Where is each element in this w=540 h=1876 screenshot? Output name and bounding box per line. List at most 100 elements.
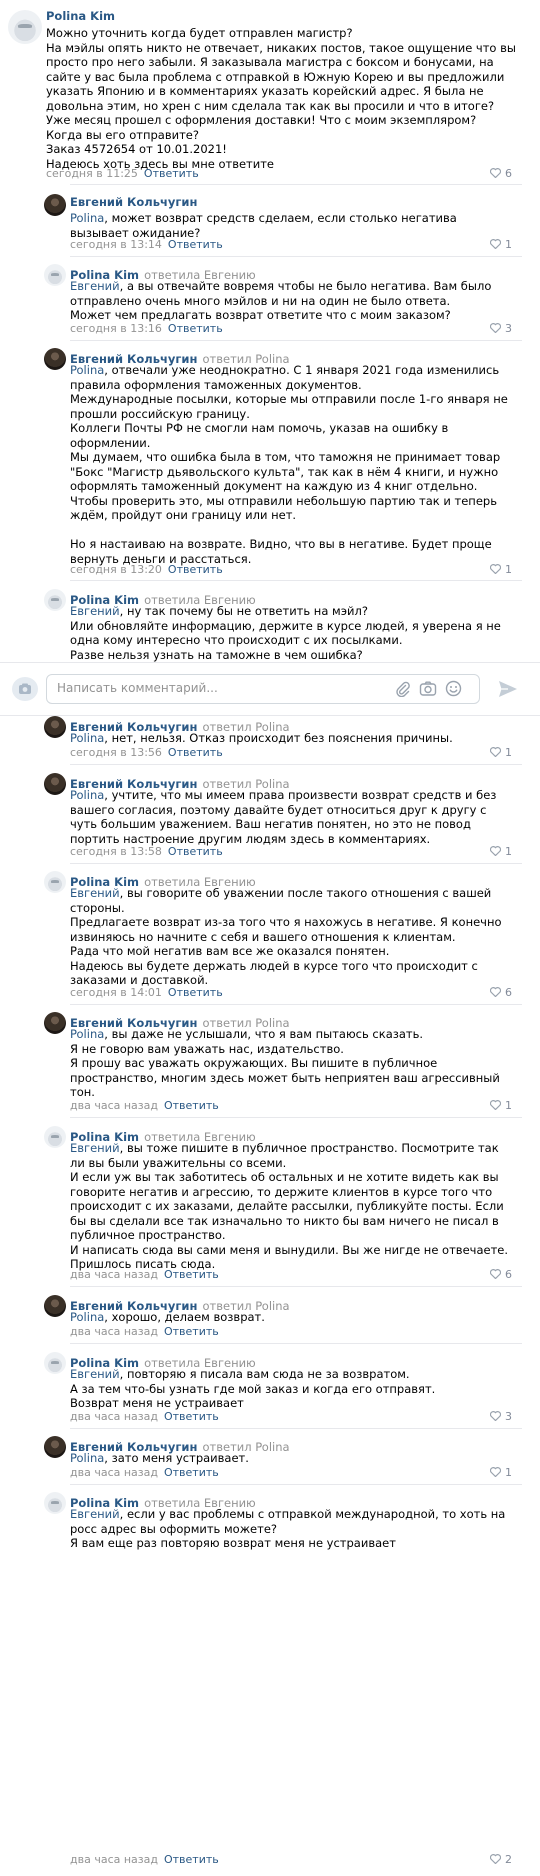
mention-link[interactable]: Евгений <box>70 279 120 293</box>
reply-button[interactable]: Ответить <box>168 746 223 759</box>
photo-icon[interactable] <box>419 681 437 697</box>
mention-link[interactable]: Polina <box>70 211 104 225</box>
reply-button[interactable]: Ответить <box>144 167 199 180</box>
comment-time[interactable]: сегодня в 13:58 <box>70 845 162 858</box>
reply-button[interactable]: Ответить <box>164 1268 219 1281</box>
like-button[interactable]: 1 <box>490 746 512 759</box>
mention-link[interactable]: Polina <box>70 363 104 377</box>
mention-link[interactable]: Евгений <box>70 604 120 618</box>
reply-button[interactable]: Ответить <box>164 1325 219 1338</box>
divider <box>70 1428 522 1429</box>
comment-author[interactable]: Евгений Кольчугин <box>70 195 197 209</box>
reply-button[interactable]: Ответить <box>168 322 223 335</box>
mention-link[interactable]: Polina <box>70 1027 104 1041</box>
like-button[interactable]: 1 <box>490 563 512 576</box>
mention-link[interactable]: Polina <box>70 731 104 745</box>
heart-icon <box>490 168 501 178</box>
comment-text: Polina, учтите, что мы имеем права произ… <box>70 788 497 846</box>
like-button[interactable]: 1 <box>490 845 512 858</box>
comment-text: Можно уточнить когда будет отправлен маг… <box>46 26 516 171</box>
like-button[interactable]: 1 <box>490 1099 512 1112</box>
comment-text: Евгений, вы тоже пишите в публичное прос… <box>70 1141 508 1271</box>
avatar[interactable] <box>44 1126 66 1148</box>
reply-button[interactable]: Ответить <box>168 238 223 251</box>
camera-icon <box>19 683 31 694</box>
mention-link[interactable]: Polina <box>70 1451 104 1465</box>
like-button[interactable]: 6 <box>490 167 512 180</box>
avatar[interactable] <box>44 1295 66 1317</box>
comment-time[interactable]: сегодня в 14:01 <box>70 986 162 999</box>
comment-time[interactable]: два часа назад <box>70 1853 158 1866</box>
like-count: 6 <box>505 167 512 180</box>
divider <box>70 863 522 864</box>
comment-time[interactable]: два часа назад <box>70 1325 158 1338</box>
avatar[interactable] <box>44 194 66 216</box>
reply-button[interactable]: Ответить <box>164 1410 219 1423</box>
mention-link[interactable]: Евгений <box>70 1367 120 1381</box>
comment-time[interactable]: два часа назад <box>70 1410 158 1423</box>
comment-meta: сегодня в 13:14 Ответить <box>70 238 223 251</box>
comment-author[interactable]: Polina Kim <box>46 9 115 23</box>
like-button[interactable]: 1 <box>490 1466 512 1479</box>
comment-text: Евгений, вы говорите об уважении после т… <box>70 886 502 987</box>
avatar[interactable] <box>44 1012 66 1034</box>
mention-link[interactable]: Polina <box>70 788 104 802</box>
comment-meta: два часа назад Ответить <box>70 1268 219 1281</box>
mention-link[interactable]: Polina <box>70 1310 104 1324</box>
like-button[interactable]: 3 <box>490 1410 512 1423</box>
comment-meta: сегодня в 13:56 Ответить <box>70 746 223 759</box>
like-button[interactable]: 6 <box>490 1268 512 1281</box>
like-button[interactable]: 2 <box>490 1853 512 1866</box>
reply-button[interactable]: Ответить <box>168 986 223 999</box>
comment-time[interactable]: сегодня в 13:16 <box>70 322 162 335</box>
avatar[interactable] <box>44 589 66 611</box>
mention-link[interactable]: Евгений <box>70 886 120 900</box>
comment-time[interactable]: два часа назад <box>70 1099 158 1112</box>
mention-link[interactable]: Евгений <box>70 1507 120 1521</box>
avatar[interactable] <box>44 1352 66 1374</box>
user-avatar-camera[interactable] <box>12 677 38 701</box>
comment-time[interactable]: два часа назад <box>70 1466 158 1479</box>
like-count: 6 <box>505 986 512 999</box>
avatar[interactable] <box>44 1436 66 1458</box>
comment-time[interactable]: сегодня в 13:14 <box>70 238 162 251</box>
heart-icon <box>490 987 501 997</box>
reply-button[interactable]: Ответить <box>164 1466 219 1479</box>
avatar[interactable] <box>44 871 66 893</box>
like-count: 6 <box>505 1268 512 1281</box>
emoji-icon[interactable] <box>445 680 462 697</box>
comment-time[interactable]: сегодня в 11:25 <box>46 167 138 180</box>
comment-time[interactable]: сегодня в 13:20 <box>70 563 162 576</box>
divider <box>70 764 522 765</box>
reply-button[interactable]: Ответить <box>168 845 223 858</box>
heart-icon <box>490 1100 501 1110</box>
comment-text: Polina, может возврат средств сделаем, е… <box>70 211 457 240</box>
like-count: 1 <box>505 238 512 251</box>
divider <box>70 1117 522 1118</box>
send-icon[interactable] <box>496 677 520 701</box>
comment-time[interactable]: сегодня в 13:56 <box>70 746 162 759</box>
like-button[interactable]: 1 <box>490 238 512 251</box>
comment-time[interactable]: два часа назад <box>70 1268 158 1281</box>
avatar[interactable] <box>44 716 66 738</box>
comment-meta: два часа назад Ответить <box>70 1466 219 1479</box>
avatar[interactable] <box>44 1492 66 1514</box>
avatar[interactable] <box>8 10 42 44</box>
paperclip-icon[interactable] <box>395 681 411 697</box>
reply-button[interactable]: Ответить <box>164 1099 219 1112</box>
avatar[interactable] <box>44 264 66 286</box>
like-button[interactable]: 6 <box>490 986 512 999</box>
avatar[interactable] <box>44 348 66 370</box>
mention-link[interactable]: Евгений <box>70 1141 120 1155</box>
like-count: 2 <box>505 1853 512 1866</box>
reply-button[interactable]: Ответить <box>168 563 223 576</box>
like-button[interactable]: 3 <box>490 322 512 335</box>
avatar[interactable] <box>44 773 66 795</box>
like-count: 3 <box>505 1410 512 1423</box>
comment-text: Polina, зато меня устраивает. <box>70 1451 249 1465</box>
comment-meta: сегодня в 11:25 Ответить <box>46 167 199 180</box>
comment-text: Евгений, повторяю я писала вам сюда не з… <box>70 1367 436 1410</box>
comment-input[interactable]: Написать комментарий... <box>46 674 480 704</box>
reply-button[interactable]: Ответить <box>164 1853 219 1866</box>
comment-composer: Написать комментарий... <box>0 662 540 716</box>
